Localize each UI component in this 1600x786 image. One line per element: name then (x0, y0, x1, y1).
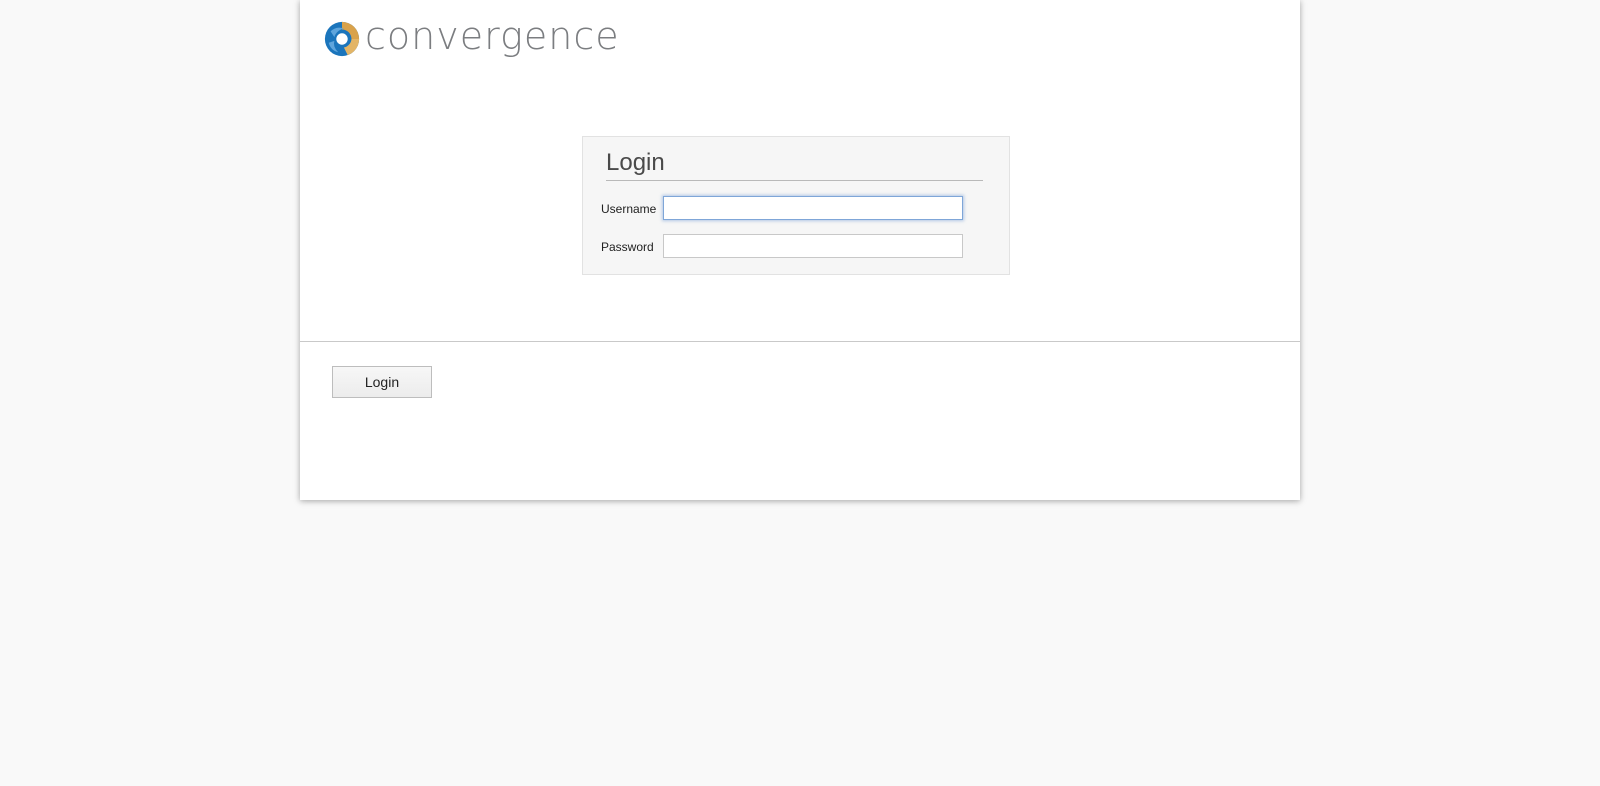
brand-name: convergence (365, 14, 620, 58)
login-panel: Login Username Password (582, 136, 1010, 275)
password-label: Password (601, 240, 654, 254)
password-input[interactable] (663, 234, 963, 258)
username-label: Username (601, 202, 657, 216)
brand-logo: convergence (323, 14, 620, 60)
section-divider (300, 341, 1300, 342)
page-container: convergence Login Username Password Logi… (300, 0, 1300, 500)
login-button[interactable]: Login (332, 366, 432, 398)
swirl-logo-icon (324, 21, 360, 57)
username-input[interactable] (663, 196, 963, 220)
login-title: Login (606, 149, 983, 181)
